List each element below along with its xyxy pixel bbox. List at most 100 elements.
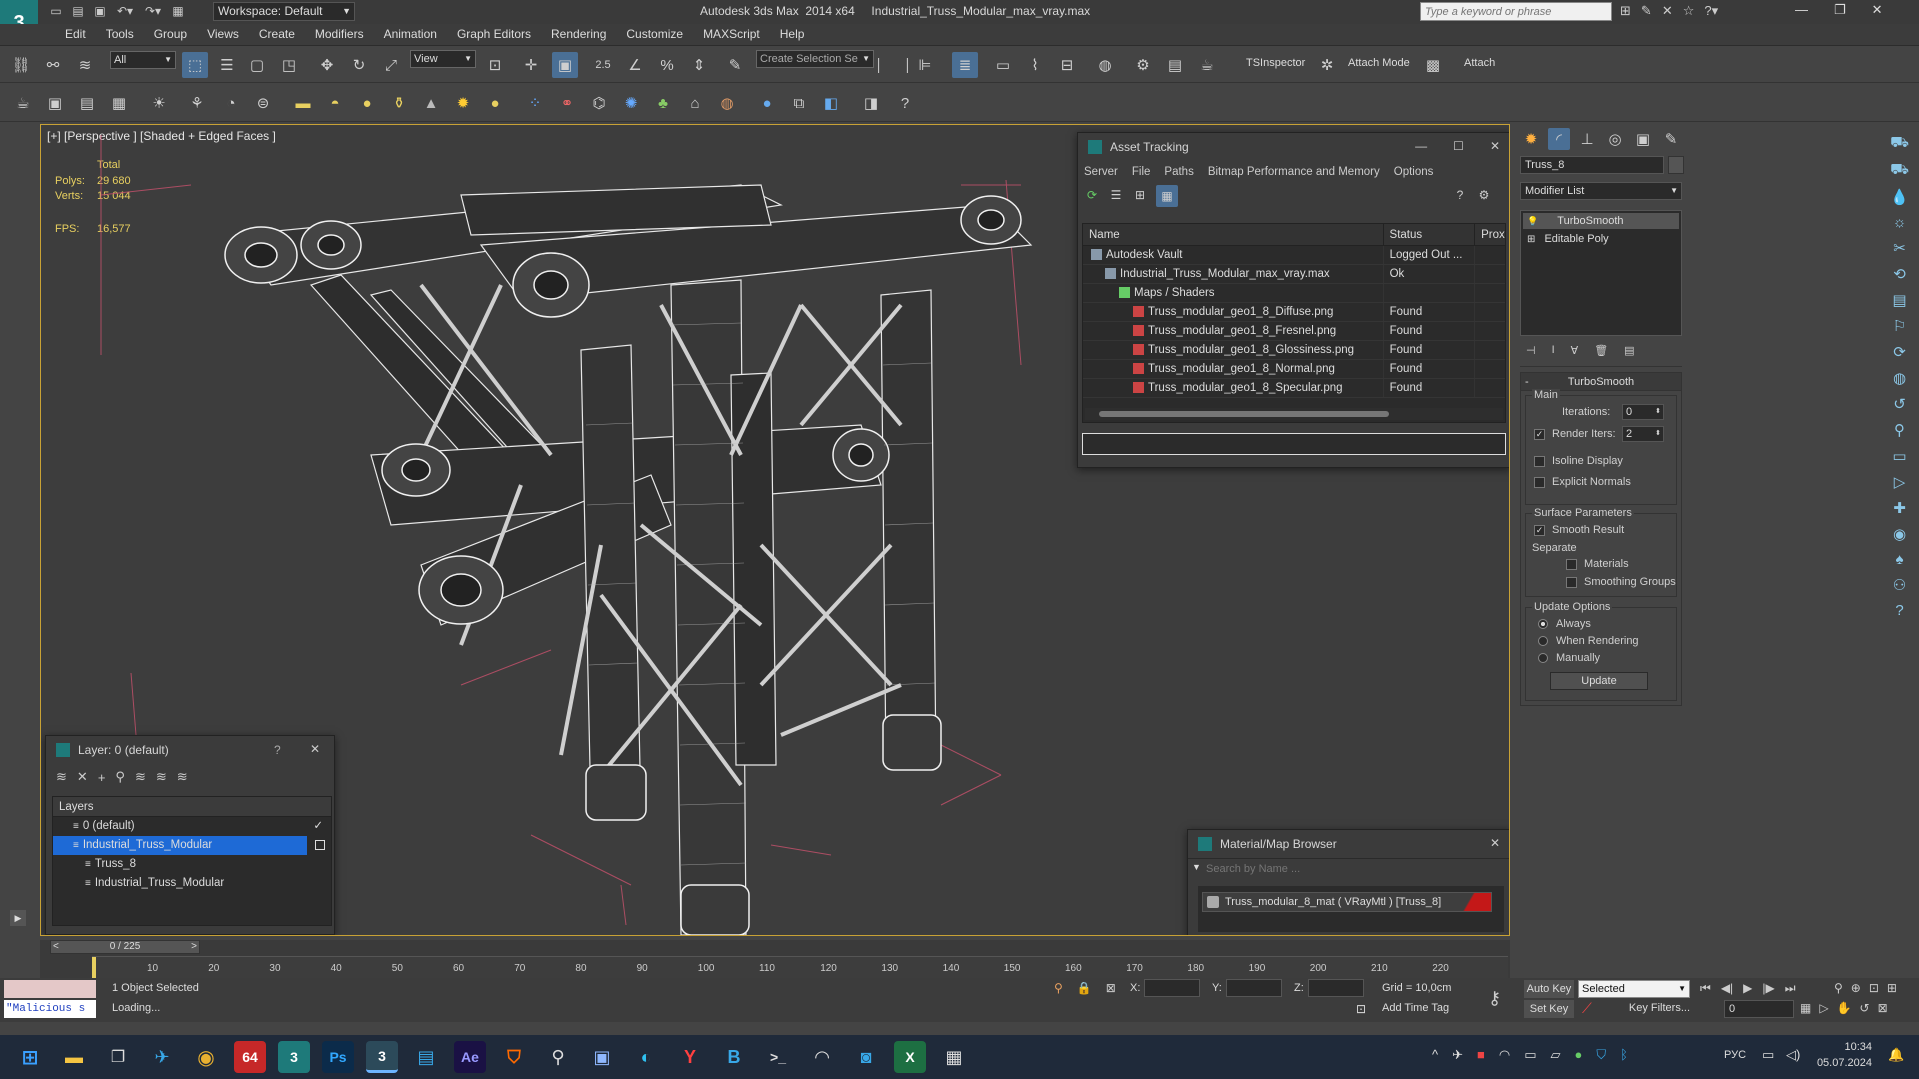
- frame-tool-icon[interactable]: ▭: [1892, 447, 1906, 465]
- rendered-frame-icon[interactable]: ▤: [1162, 52, 1188, 78]
- open-folder-icon[interactable]: ▤: [70, 3, 86, 19]
- ref-coord-dropdown[interactable]: View ▼: [410, 50, 476, 68]
- notifications-icon[interactable]: 🔔: [1888, 1047, 1904, 1063]
- calculator-icon[interactable]: ▦: [938, 1041, 970, 1073]
- zoom-icon[interactable]: ⚲: [1834, 981, 1843, 995]
- delete-layer-icon[interactable]: ✕: [77, 769, 88, 785]
- globe-icon[interactable]: ✺: [618, 90, 644, 116]
- layer-manager-titlebar[interactable]: Layer: 0 (default) ? ✕: [46, 736, 334, 764]
- maximize-icon[interactable]: ☐: [1453, 139, 1464, 153]
- plant-icon[interactable]: ♣: [650, 90, 676, 116]
- z-coordinate-field[interactable]: [1308, 979, 1364, 997]
- help-icon[interactable]: ?: [274, 743, 281, 757]
- cross-tool-icon[interactable]: ✚: [1893, 499, 1906, 517]
- green-tray-icon[interactable]: ●: [1575, 1047, 1583, 1063]
- select-manipulate-icon[interactable]: ✛: [518, 52, 544, 78]
- stack-item-editable-poly[interactable]: ⊞ Editable Poly: [1523, 231, 1679, 247]
- play-icon[interactable]: ▶: [1743, 981, 1752, 996]
- clock-date[interactable]: 05.07.2024: [1812, 1057, 1872, 1069]
- go-to-end-icon[interactable]: ⏭: [1785, 981, 1796, 996]
- file-explorer-icon[interactable]: ▬: [58, 1041, 90, 1073]
- menu-rendering[interactable]: Rendering: [541, 27, 616, 41]
- go-to-start-icon[interactable]: ⏮: [1700, 981, 1711, 996]
- bell-icon[interactable]: ⚐: [1893, 317, 1906, 335]
- bind-spacewarp-icon[interactable]: ≋: [72, 52, 98, 78]
- help-tool-icon[interactable]: ?: [1895, 602, 1903, 619]
- save-icon[interactable]: ▣: [92, 3, 108, 19]
- spinner-arrows-icon[interactable]: ⬍: [1655, 427, 1661, 441]
- people-icon[interactable]: ⚇: [1893, 576, 1906, 594]
- render-iters-checkbox[interactable]: ✓: [1534, 429, 1545, 440]
- iterations-spinner[interactable]: 0 ⬍: [1622, 404, 1664, 420]
- align-icon[interactable]: ⊫: [912, 52, 938, 78]
- task-view-icon[interactable]: ❐: [102, 1041, 134, 1073]
- attach-mode-icon[interactable]: ✲: [1314, 52, 1340, 78]
- molecule-icon[interactable]: ⚭: [554, 90, 580, 116]
- time-tag-icon[interactable]: ⊡: [1356, 1002, 1366, 1016]
- batch-icon[interactable]: ▤: [74, 90, 100, 116]
- globe-tool-icon[interactable]: ◍: [1893, 369, 1906, 387]
- key-filter-icon[interactable]: ⟋: [1582, 1000, 1592, 1017]
- 3dsmax-icon[interactable]: 3: [278, 1041, 310, 1073]
- percent-snap-icon[interactable]: %: [654, 52, 680, 78]
- smoothing-groups-checkbox[interactable]: [1566, 577, 1577, 588]
- refresh-icon[interactable]: ⟳: [1082, 185, 1102, 205]
- key-mode-dropdown[interactable]: Selected ▼: [1578, 980, 1690, 998]
- close-icon[interactable]: ✕: [1490, 836, 1500, 850]
- settings-icon[interactable]: ⚙: [1474, 185, 1494, 205]
- language-indicator[interactable]: РУС: [1724, 1049, 1746, 1061]
- help-icon[interactable]: ?▾: [1704, 3, 1718, 19]
- teapot-icon[interactable]: ☕: [10, 90, 36, 116]
- object-color-swatch[interactable]: [1668, 156, 1684, 174]
- yandex-icon[interactable]: Y: [674, 1041, 706, 1073]
- app-b-icon[interactable]: B: [718, 1041, 750, 1073]
- shield-tray-icon[interactable]: ⛉: [1596, 1047, 1606, 1063]
- rotate-tool-icon[interactable]: ⟲: [1893, 265, 1906, 283]
- minimize-icon[interactable]: —: [1415, 139, 1427, 153]
- isolate-icon[interactable]: ⚲: [1054, 981, 1063, 995]
- eye-icon[interactable]: ◉: [1893, 525, 1906, 543]
- materials-checkbox[interactable]: [1566, 559, 1577, 570]
- rotate-icon[interactable]: ↻: [346, 52, 372, 78]
- current-frame-field[interactable]: 0: [1724, 1000, 1794, 1018]
- smooth-result-checkbox[interactable]: ✓: [1534, 525, 1545, 536]
- omni-light-icon[interactable]: ●: [482, 90, 508, 116]
- isoline-checkbox[interactable]: [1534, 456, 1545, 467]
- bluetooth-icon[interactable]: ᛒ: [1620, 1047, 1628, 1063]
- edit-named-selection-icon[interactable]: ✎: [722, 52, 748, 78]
- asset-row[interactable]: Autodesk Vault Logged Out ...: [1083, 246, 1505, 265]
- sun-icon[interactable]: ✹: [450, 90, 476, 116]
- display-tab-icon[interactable]: ▣: [1632, 128, 1654, 150]
- menu-customize[interactable]: Customize: [616, 27, 693, 41]
- asset-row[interactable]: Truss_modular_geo1_8_Glossiness.png Found: [1083, 341, 1505, 360]
- column-header-status[interactable]: Status: [1384, 224, 1476, 245]
- undo-icon[interactable]: ↶▾: [114, 3, 136, 19]
- brave-icon[interactable]: ⛉: [498, 1041, 530, 1073]
- zoom-extents-all-icon[interactable]: ⊞: [1887, 981, 1897, 995]
- spinner-snap-icon[interactable]: ⇕: [686, 52, 712, 78]
- ruler-icon[interactable]: ▤: [1892, 291, 1906, 309]
- pan-icon[interactable]: ✋: [1837, 1001, 1852, 1015]
- asset-tracking-window[interactable]: Asset Tracking — ☐ ✕ Server File Paths Bitm…: [1077, 132, 1509, 468]
- asset-menu-file[interactable]: File: [1132, 166, 1151, 178]
- y-coordinate-field[interactable]: [1226, 979, 1282, 997]
- attach-mode-label[interactable]: Attach Mode: [1348, 57, 1410, 69]
- schematic-view-icon[interactable]: ⊟: [1054, 52, 1080, 78]
- dome-light-icon[interactable]: ◓: [322, 90, 348, 116]
- render-setup-icon[interactable]: ⚙: [1130, 52, 1156, 78]
- chevron-up-icon[interactable]: ^: [1432, 1047, 1438, 1063]
- sphere-icon[interactable]: ⊜: [250, 90, 276, 116]
- always-radio[interactable]: [1538, 619, 1548, 629]
- layer-current-icon[interactable]: [315, 840, 325, 850]
- excel-icon[interactable]: X: [894, 1041, 926, 1073]
- horizontal-scrollbar[interactable]: [1085, 408, 1503, 420]
- paint-icon[interactable]: ✂: [1893, 239, 1906, 257]
- layer-row[interactable]: ≡ Truss_8: [53, 855, 331, 874]
- select-in-layer-icon[interactable]: ⚲: [115, 769, 125, 785]
- render-tool-icon[interactable]: ▷: [1894, 473, 1906, 491]
- help-icon[interactable]: ?: [1450, 185, 1470, 205]
- menu-tools[interactable]: Tools: [96, 27, 144, 41]
- prev-frame-icon[interactable]: <: [53, 941, 59, 953]
- menu-graph-editors[interactable]: Graph Editors: [447, 27, 541, 41]
- notepad-icon[interactable]: ▤: [410, 1041, 442, 1073]
